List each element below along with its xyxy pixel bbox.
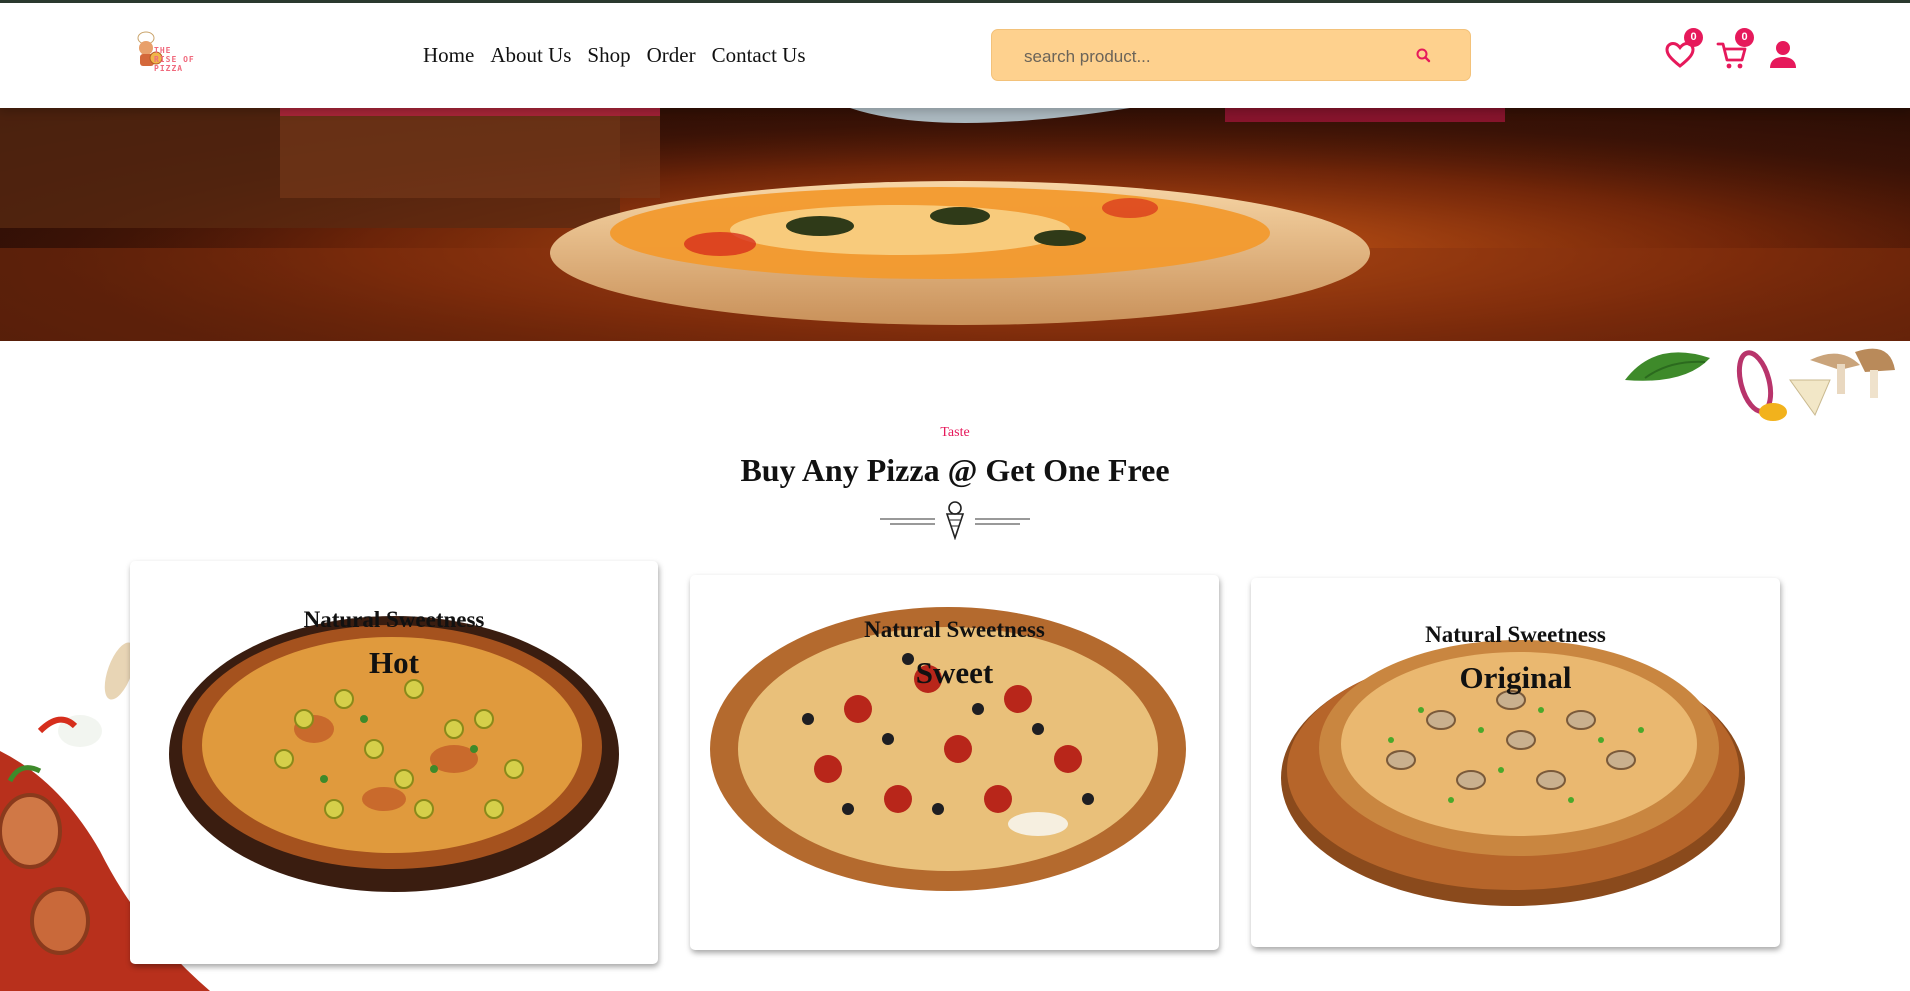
nav-about-us[interactable]: About Us: [490, 43, 571, 68]
section-eyebrow: Taste: [940, 425, 970, 440]
site-header: THE RISE OF PIZZA Home About Us Shop Ord…: [0, 3, 1910, 108]
cart-count-badge: 0: [1735, 28, 1754, 47]
wishlist-button[interactable]: 0: [1664, 28, 1703, 71]
logo-line-1: THE: [154, 46, 172, 55]
hero-banner: [0, 108, 1910, 341]
main-nav: Home About Us Shop Order Contact Us: [423, 43, 806, 68]
product-card-sweet[interactable]: Natural Sweetness Sweet: [690, 575, 1219, 950]
nav-contact-us[interactable]: Contact Us: [712, 43, 806, 68]
card-title: Sweet: [915, 655, 994, 690]
card-subtitle: Natural Sweetness: [864, 617, 1045, 642]
hero-pizza-oven-image: [0, 108, 1910, 341]
nav-shop[interactable]: Shop: [587, 43, 630, 68]
product-card-hot[interactable]: Natural Sweetness Hot: [130, 561, 658, 964]
nav-home[interactable]: Home: [423, 43, 474, 68]
card-title: Original: [1459, 660, 1572, 695]
search-icon: [1416, 48, 1431, 63]
section-divider: [880, 501, 1030, 540]
card-subtitle: Natural Sweetness: [303, 607, 485, 632]
search-bar: [991, 29, 1471, 81]
nav-order[interactable]: Order: [647, 43, 696, 68]
search-input[interactable]: [1022, 43, 1386, 71]
search-button[interactable]: [1412, 44, 1436, 68]
logo-text: THE RISE OF PIZZA: [154, 46, 225, 73]
site-logo[interactable]: THE RISE OF PIZZA: [130, 28, 225, 73]
logo-line-2: RISE OF PIZZA: [154, 55, 195, 73]
ice-cream-cone-icon: [945, 501, 965, 540]
section-title: Buy Any Pizza @ Get One Free: [740, 452, 1170, 488]
account-button[interactable]: [1768, 39, 1798, 71]
card-title: Hot: [369, 645, 419, 680]
product-card-original[interactable]: Natural Sweetness Original: [1251, 578, 1780, 947]
pizza-sweet-image: [710, 607, 1186, 891]
card-subtitle: Natural Sweetness: [1425, 622, 1606, 647]
wishlist-count-badge: 0: [1684, 28, 1703, 47]
user-icon: [1770, 41, 1796, 68]
cart-button[interactable]: 0: [1716, 28, 1754, 71]
